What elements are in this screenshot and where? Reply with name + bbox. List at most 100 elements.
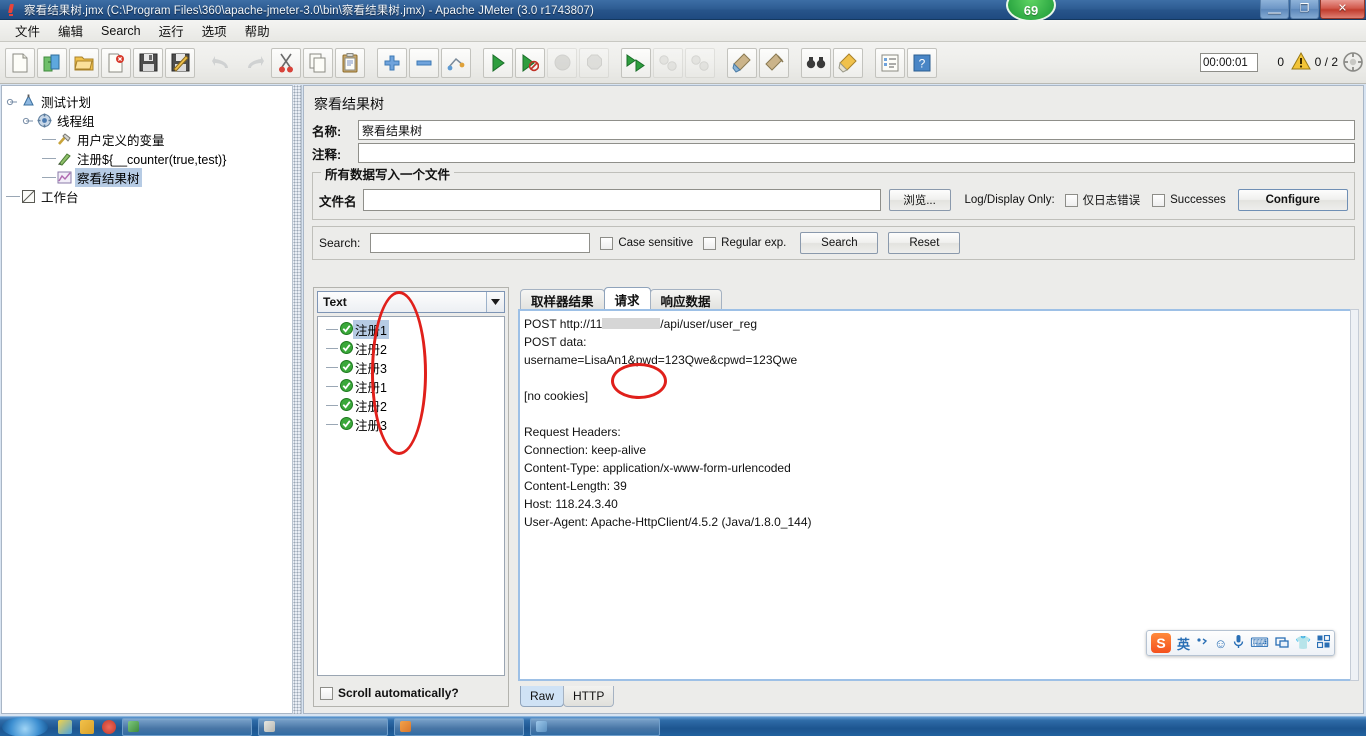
toggle-button[interactable] [441, 47, 471, 78]
shutdown-button[interactable] [579, 47, 609, 78]
clear-button[interactable] [727, 47, 757, 78]
cut-button[interactable] [271, 47, 301, 78]
warning-icon[interactable] [1291, 51, 1311, 75]
stop-button[interactable] [547, 47, 577, 78]
explorer-icon[interactable] [80, 719, 94, 734]
split-pane-divider[interactable] [292, 85, 302, 714]
successes-checkbox-row[interactable]: Successes [1152, 193, 1226, 207]
errors-only-checkbox-row[interactable]: 仅日志错误 [1064, 192, 1140, 208]
test-plan-tree[interactable]: 测试计划 线程组 用户定义的变量 注册${__counter(true,test… [1, 85, 292, 714]
start-button[interactable] [483, 47, 513, 78]
tree-node-http-sampler[interactable]: 注册${__counter(true,test)} [2, 149, 292, 168]
list-item[interactable]: 注册2 [318, 396, 504, 415]
chevron-down-icon[interactable] [486, 292, 504, 312]
undo-button[interactable] [207, 48, 237, 78]
close-button[interactable]: ✕ [1320, 0, 1365, 19]
help-button[interactable]: ? [907, 47, 937, 78]
tree-node-view-results-tree[interactable]: 察看结果树 [2, 168, 292, 187]
clear-all-button[interactable] [759, 47, 789, 78]
toolbox-icon[interactable] [1317, 634, 1331, 651]
start-no-pauses-button[interactable] [515, 47, 545, 78]
renderer-combobox[interactable]: Text [317, 291, 505, 313]
start-button[interactable] [2, 716, 48, 736]
results-list[interactable]: 注册1 注册2 注册3 注册1 注册2 注册3 [317, 316, 505, 676]
minimize-button[interactable]: — [1260, 0, 1289, 19]
taskbar-item[interactable] [258, 717, 388, 736]
list-item[interactable]: 注册3 [318, 415, 504, 434]
expand-all-button[interactable] [377, 47, 407, 78]
tree-node-workbench[interactable]: 工作台 [2, 187, 292, 206]
list-item[interactable]: 注册1 [318, 377, 504, 396]
tab-response-data[interactable]: 响应数据 [649, 289, 722, 310]
tab-request[interactable]: 请求 [603, 287, 651, 310]
request-scrollbar[interactable] [1350, 309, 1359, 681]
taskbar-item[interactable] [530, 717, 660, 736]
new-button[interactable] [5, 47, 35, 78]
name-input[interactable]: 察看结果树 [358, 120, 1355, 140]
open-button[interactable] [69, 47, 99, 78]
function-helper-button[interactable] [875, 47, 905, 78]
remote-stop-all-button[interactable] [653, 47, 683, 78]
list-item[interactable]: 注册1 [318, 320, 504, 339]
search-reset-button[interactable] [833, 47, 863, 78]
case-sensitive-row[interactable]: Case sensitive [600, 236, 693, 250]
errors-only-checkbox[interactable] [1064, 193, 1078, 207]
list-item[interactable]: 注册3 [318, 358, 504, 377]
tab-raw[interactable]: Raw [520, 686, 565, 707]
collapse-all-button[interactable] [409, 47, 439, 78]
tree-node-thread-group[interactable]: 线程组 [2, 111, 292, 130]
ime-mode-label[interactable]: 英 [1177, 634, 1190, 653]
ie-icon[interactable] [58, 719, 72, 734]
regular-exp-checkbox[interactable] [703, 236, 717, 250]
redo-button[interactable] [239, 48, 269, 78]
regular-exp-row[interactable]: Regular exp. [703, 236, 786, 250]
request-text-area[interactable]: POST http://11/api/user/user_reg POST da… [518, 309, 1355, 681]
tree-handle-icon[interactable] [22, 114, 36, 128]
menu-options[interactable]: 选项 [193, 19, 236, 42]
taskbar-item[interactable] [394, 717, 524, 736]
media-player-icon[interactable] [102, 719, 116, 734]
tab-http[interactable]: HTTP [563, 686, 615, 707]
menu-edit[interactable]: 编辑 [49, 19, 92, 42]
menu-help[interactable]: 帮助 [236, 19, 279, 42]
emoji-icon[interactable]: ☺ [1214, 636, 1227, 651]
keyboard-icon[interactable]: ⌨ [1250, 635, 1269, 651]
save-button[interactable] [133, 47, 163, 78]
search-button[interactable]: Search [800, 232, 879, 254]
remote-shutdown-all-button[interactable] [685, 47, 715, 78]
paste-button[interactable] [335, 47, 365, 78]
case-sensitive-checkbox[interactable] [600, 236, 614, 250]
tab-sampler-result[interactable]: 取样器结果 [520, 289, 605, 310]
screenshot-icon[interactable] [1275, 636, 1289, 651]
voice-icon[interactable] [1233, 634, 1244, 652]
scroll-automatically-row[interactable]: Scroll automatically? [320, 686, 459, 700]
tree-handle-icon[interactable] [6, 95, 20, 109]
save-as-button[interactable] [165, 47, 195, 78]
close-file-button[interactable] [101, 47, 131, 78]
scroll-automatically-checkbox[interactable] [320, 686, 333, 700]
search-input[interactable] [370, 233, 591, 253]
comment-input[interactable] [358, 143, 1355, 163]
tree-node-test-plan[interactable]: 测试计划 [2, 92, 292, 111]
successes-checkbox[interactable] [1152, 193, 1166, 207]
templates-button[interactable] [37, 47, 67, 78]
taskbar-item[interactable] [122, 717, 252, 736]
list-item[interactable]: 注册2 [318, 339, 504, 358]
notification-badge[interactable]: 69 [1006, 0, 1056, 22]
copy-button[interactable] [303, 47, 333, 78]
reset-button[interactable]: Reset [888, 232, 961, 254]
filename-input[interactable] [362, 189, 881, 211]
search-toolbar-button[interactable] [801, 47, 831, 78]
browse-button[interactable]: 浏览... [888, 189, 951, 211]
remote-start-all-button[interactable] [621, 47, 651, 78]
tree-node-user-variables[interactable]: 用户定义的变量 [2, 130, 292, 149]
menu-search[interactable]: Search [92, 22, 150, 40]
menu-run[interactable]: 运行 [150, 19, 193, 42]
punctuation-icon[interactable] [1196, 636, 1208, 651]
sogou-logo-icon[interactable]: S [1151, 633, 1171, 653]
maximize-button[interactable]: ❐ [1290, 0, 1319, 19]
menu-file[interactable]: 文件 [6, 19, 49, 42]
sogou-ime-toolbar[interactable]: S 英 ☺ ⌨ 👕 [1146, 630, 1336, 656]
skin-icon[interactable]: 👕 [1295, 635, 1311, 651]
configure-button[interactable]: Configure [1237, 189, 1348, 211]
